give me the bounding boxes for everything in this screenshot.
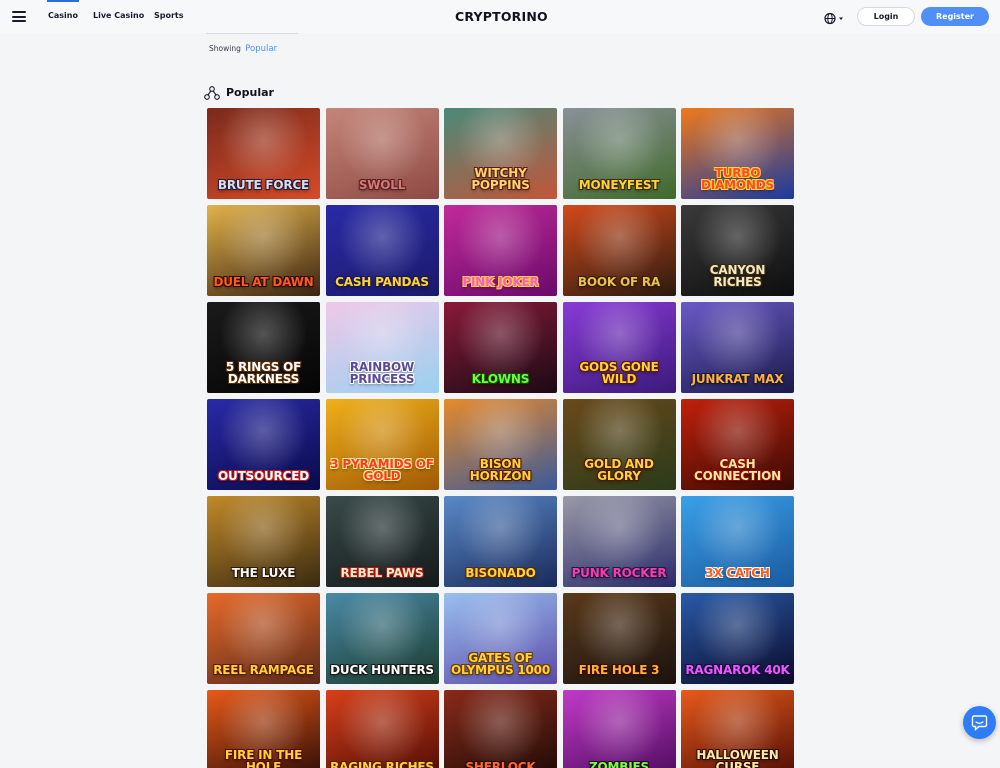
game-tile[interactable]: Bisonado (444, 496, 557, 587)
register-button[interactable]: Register (921, 7, 989, 26)
game-title: Bisonado (465, 566, 536, 581)
game-tile[interactable]: The Luxe (207, 496, 320, 587)
game-tile[interactable]: Outsourced (207, 399, 320, 490)
game-title: Ragnarok 40K (685, 663, 790, 678)
game-title: Brute Force (217, 178, 310, 193)
game-title: Rebel Paws (340, 566, 424, 581)
game-tile[interactable]: Fire Hole 3 (562, 593, 676, 684)
game-title: Gates of Olympus 1000 (451, 650, 550, 678)
game-tile[interactable]: 3x Catch (681, 496, 794, 587)
game-tile[interactable]: 5 Rings of Darkness (207, 302, 320, 393)
filter-status-value[interactable]: Popular (245, 44, 277, 54)
game-title: The Luxe (231, 566, 296, 581)
game-title: Duck Hunters (330, 663, 434, 678)
game-tile[interactable]: Punk Rocker (562, 496, 676, 587)
game-title: Cash Connection (694, 456, 781, 484)
game-tile[interactable]: Cash Pandas (325, 205, 439, 296)
game-tile[interactable]: Book of Ra (562, 205, 676, 296)
login-button[interactable]: Login (857, 7, 915, 26)
game-tile[interactable]: Raging Riches (325, 690, 439, 768)
game-tile[interactable]: Junkrat Max (681, 302, 794, 393)
nav-casino[interactable]: Casino (47, 0, 79, 20)
game-tile[interactable]: Ragnarok 40K (681, 593, 794, 684)
game-tile[interactable]: Halloween Curse (681, 690, 794, 768)
game-title: Cash Pandas (335, 275, 429, 290)
chat-bubble-icon (971, 715, 988, 731)
game-tile[interactable]: Swoll (325, 108, 439, 199)
game-title: Witchy Poppins (471, 165, 530, 193)
game-title: Junkrat Max (691, 372, 784, 387)
game-title: Book of Ra (577, 275, 661, 290)
game-tile[interactable]: Gates of Olympus 1000 (444, 593, 557, 684)
game-tile[interactable]: Rebel Paws (325, 496, 439, 587)
game-tile[interactable]: Turbo Diamonds (681, 108, 794, 199)
game-title: 3x Catch (705, 566, 770, 581)
game-title: Zombies (589, 760, 649, 768)
game-tile[interactable]: Canyon Riches (681, 205, 794, 296)
game-tile[interactable]: Duel at Dawn (207, 205, 320, 296)
menu-icon[interactable] (12, 11, 26, 22)
filter-divider (206, 33, 298, 34)
nav-live-casino[interactable]: Live Casino (93, 11, 144, 20)
filter-status-prefix: Showing (209, 44, 241, 53)
game-title: Gods Gone Wild (579, 359, 659, 387)
globe-icon[interactable] (824, 10, 844, 25)
game-tile[interactable]: Moneyfest (562, 108, 676, 199)
game-title: Raging Riches (330, 760, 434, 768)
game-tile[interactable]: Rainbow Princess (325, 302, 439, 393)
game-title: Turbo Diamonds (701, 165, 774, 193)
game-title: 3 Pyramids of Gold (330, 456, 434, 484)
game-tile[interactable]: Witchy Poppins (444, 108, 557, 199)
game-tile[interactable]: Gods Gone Wild (562, 302, 676, 393)
game-tile[interactable]: 3 Pyramids of Gold (325, 399, 439, 490)
game-title: Swoll (358, 178, 406, 193)
top-navigation-bar: Casino Live Casino Sports CRYPTORINO Log… (0, 0, 1000, 33)
game-tile[interactable]: Reel Rampage (207, 593, 320, 684)
game-tile[interactable]: Brute Force (207, 108, 320, 199)
game-tile[interactable]: Klowns (444, 302, 557, 393)
game-title: Canyon Riches (709, 262, 766, 290)
category-icon (204, 85, 220, 100)
game-title: Moneyfest (578, 178, 660, 193)
game-tile[interactable]: Cash Connection (681, 399, 794, 490)
game-tile[interactable]: Pink Joker (444, 205, 557, 296)
game-tile[interactable]: Fire in the Hole (207, 690, 320, 768)
filter-status: Showing Popular (209, 44, 277, 54)
section-title: Popular (226, 86, 274, 99)
game-title: Gold and Glory (584, 456, 654, 484)
game-title: Punk Rocker (571, 566, 667, 581)
game-tile[interactable]: Gold and Glory (562, 399, 676, 490)
game-title: Duel at Dawn (213, 275, 314, 290)
brand-logo[interactable]: CRYPTORINO (455, 9, 548, 24)
game-title: Fire Hole 3 (578, 663, 660, 678)
game-title: Fire in the Hole (224, 747, 303, 768)
game-grid: Brute Force Swoll Witchy Poppins Moneyfest T… (207, 108, 794, 768)
nav-sports[interactable]: Sports (154, 11, 184, 20)
game-tile[interactable]: Duck Hunters (325, 593, 439, 684)
game-title: Rainbow Princess (349, 359, 415, 387)
game-title: 5 Rings of Darkness (225, 359, 302, 387)
game-tile[interactable]: Bison Horizon (444, 399, 557, 490)
game-title: Bison Horizon (469, 456, 532, 484)
game-title: Sherlock (465, 760, 536, 768)
game-title: Pink Joker (462, 275, 539, 290)
game-tile[interactable]: Zombies (562, 690, 676, 768)
game-title: Halloween Curse (696, 747, 779, 768)
live-chat-button[interactable] (963, 706, 996, 739)
game-title: Klowns (471, 372, 530, 387)
game-title: Outsourced (218, 469, 309, 484)
game-title: Reel Rampage (213, 663, 314, 678)
game-tile[interactable]: Sherlock (444, 690, 557, 768)
